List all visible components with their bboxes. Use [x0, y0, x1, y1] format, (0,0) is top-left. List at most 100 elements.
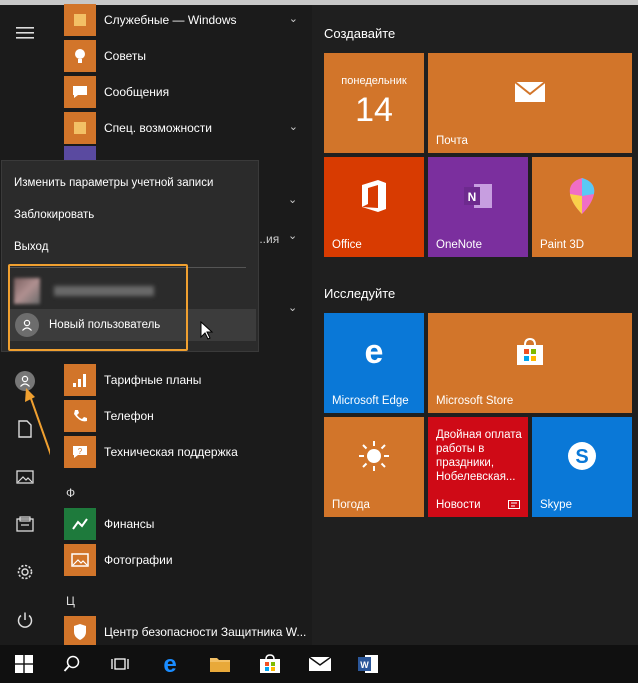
windows-logo-icon — [15, 655, 33, 673]
chevron-down-icon: ⌄ — [288, 302, 298, 314]
onenote-icon: N — [428, 157, 528, 235]
tile-label: Skype — [540, 499, 572, 511]
blurred-user-name — [54, 286, 154, 296]
app-label: Телефон — [104, 409, 154, 423]
mail-icon — [428, 53, 632, 131]
app-label: Сообщения — [104, 85, 170, 99]
tile-label: OneNote — [436, 239, 483, 251]
taskbar-mail[interactable] — [296, 645, 344, 683]
tile-label: Paint 3D — [540, 239, 585, 251]
photo-icon — [64, 544, 96, 576]
file-explorer-button[interactable] — [11, 510, 39, 538]
chart-icon — [64, 508, 96, 540]
picture-icon — [16, 470, 34, 484]
pictures-button[interactable] — [11, 463, 39, 491]
gear-icon — [17, 564, 33, 580]
mouse-cursor-icon — [200, 321, 214, 340]
tile-store[interactable]: Microsoft Store — [428, 313, 632, 413]
user-avatar-icon — [15, 313, 39, 337]
tile-mail[interactable]: Почта — [428, 53, 632, 153]
app-item-photos[interactable]: Фотографии — [64, 542, 312, 578]
chevron-down-icon: ⌄ — [288, 194, 298, 206]
tile-news[interactable]: Двойная оплата работы в праздники, Нобел… — [428, 417, 528, 517]
lock-item[interactable]: Заблокировать — [14, 209, 94, 221]
svg-text:S: S — [575, 446, 588, 468]
task-view-button[interactable] — [96, 645, 144, 683]
hamburger-menu-button[interactable] — [11, 19, 39, 47]
settings-button[interactable] — [11, 558, 39, 586]
taskbar-word[interactable]: W — [344, 645, 392, 683]
hamburger-icon — [16, 27, 34, 39]
word-icon: W — [358, 655, 378, 673]
svg-text:?: ? — [78, 447, 83, 456]
new-user-label: Новый пользователь — [49, 319, 161, 331]
tiles-area: Создавайте понедельник 14 Почта Office N… — [312, 5, 638, 645]
app-label: Служебные — Windows — [104, 13, 237, 27]
power-button[interactable] — [11, 606, 39, 634]
tile-label: Почта — [436, 135, 468, 147]
menu-separator — [8, 267, 246, 268]
change-account-settings-item[interactable]: Изменить параметры учетной записи — [14, 177, 213, 189]
mail-icon — [308, 656, 332, 671]
svg-text:W: W — [360, 660, 369, 670]
app-label: Финансы — [104, 517, 155, 531]
app-label: Техническая поддержка — [104, 445, 238, 459]
news-icon — [508, 500, 520, 509]
tile-label: Погода — [332, 499, 370, 511]
tile-paint3d[interactable]: Paint 3D — [532, 157, 632, 257]
help-icon: ? — [64, 436, 96, 468]
tile-edge[interactable]: e Microsoft Edge — [324, 313, 424, 413]
app-item-data-plans[interactable]: Тарифные планы — [64, 362, 312, 398]
tile-label: Microsoft Edge — [332, 395, 409, 407]
app-label: Тарифные планы — [104, 373, 202, 387]
svg-text:e: e — [365, 337, 384, 367]
app-item-messages[interactable]: Сообщения — [64, 74, 312, 110]
partial-app-label: ...ия — [256, 232, 280, 246]
store-icon — [428, 313, 632, 391]
news-headline: Двойная оплата работы в праздники, Нобел… — [436, 429, 522, 483]
app-label: Центр безопасности Защитника W... — [104, 625, 307, 639]
chevron-down-icon: ⌄ — [288, 121, 298, 133]
app-icon — [64, 146, 96, 160]
tile-office[interactable]: Office — [324, 157, 424, 257]
tile-label: Office — [332, 239, 362, 251]
tile-skype[interactable]: S Skype — [532, 417, 632, 517]
tile-weather[interactable]: Погода — [324, 417, 424, 517]
paint3d-icon — [532, 157, 632, 235]
search-button[interactable] — [48, 645, 96, 683]
account-flyout: Изменить параметры учетной записи Заблок… — [1, 160, 259, 352]
group-header-create: Создавайте — [324, 26, 396, 41]
app-label: Спец. возможности — [104, 121, 212, 135]
new-user-item[interactable]: Новый пользователь — [8, 309, 256, 341]
start-button[interactable] — [0, 645, 48, 683]
app-label: Фотографии — [104, 553, 173, 567]
tile-calendar[interactable]: понедельник 14 — [324, 53, 424, 153]
taskbar-edge[interactable]: e — [146, 645, 194, 683]
shield-icon — [64, 616, 96, 648]
phone-icon — [64, 400, 96, 432]
chat-icon — [64, 76, 96, 108]
section-letter[interactable]: Ц — [66, 594, 75, 608]
skype-icon: S — [532, 417, 632, 495]
section-letter[interactable]: Ф — [66, 486, 75, 500]
app-item-accessories[interactable]: Служебные — Windows ⌄ — [64, 2, 312, 38]
svg-text:e: e — [163, 653, 176, 675]
edge-icon: e — [163, 653, 176, 675]
folder-icon — [210, 658, 230, 672]
tile-label: Microsoft Store — [436, 395, 514, 407]
app-item-tips[interactable]: Советы — [64, 38, 312, 74]
edge-icon: e — [324, 313, 424, 391]
svg-text:N: N — [468, 190, 477, 204]
power-icon — [17, 612, 33, 628]
taskbar-store[interactable] — [246, 645, 294, 683]
sign-out-item[interactable]: Выход — [14, 241, 48, 253]
store-icon — [260, 654, 280, 673]
other-user-item[interactable] — [8, 275, 256, 307]
tile-label: Новости — [436, 499, 481, 511]
app-item-phone[interactable]: Телефон — [64, 398, 312, 434]
app-item-accessibility[interactable]: Спец. возможности ⌄ — [64, 110, 312, 146]
app-item-finance[interactable]: Финансы — [64, 506, 312, 542]
tile-onenote[interactable]: N OneNote — [428, 157, 528, 257]
taskbar-file-explorer[interactable] — [196, 645, 244, 683]
app-item-support[interactable]: ? Техническая поддержка — [64, 434, 312, 470]
